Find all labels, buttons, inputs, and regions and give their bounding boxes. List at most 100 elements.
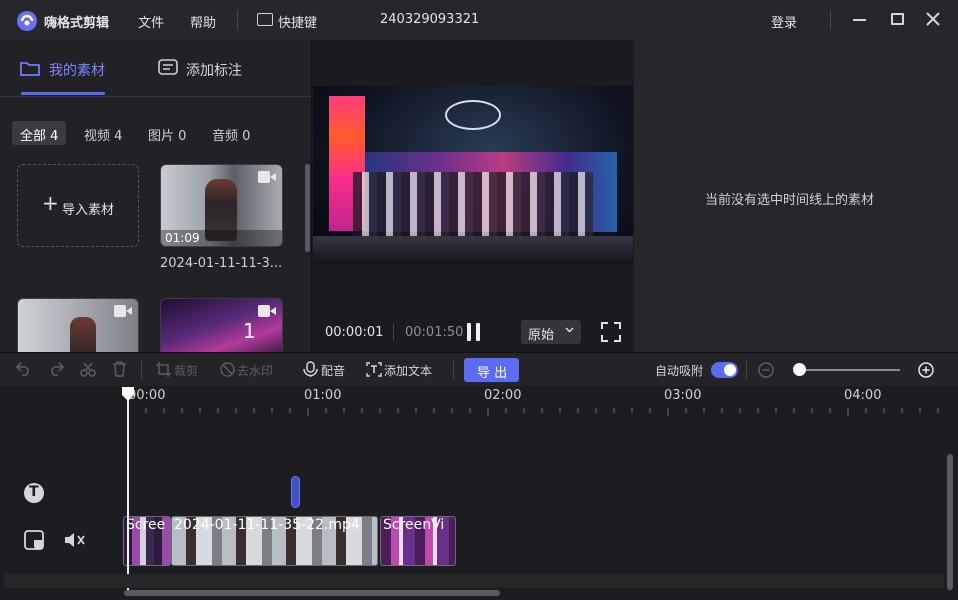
pause-bar bbox=[476, 323, 480, 341]
delete-icon[interactable] bbox=[112, 361, 127, 377]
aspect-ratio-value: 原始 bbox=[528, 328, 555, 343]
divider bbox=[746, 361, 747, 379]
clip-label: Scree bbox=[126, 517, 166, 533]
app-logo-icon bbox=[16, 10, 38, 32]
timeline-h-scrollbar[interactable] bbox=[124, 590, 500, 596]
split-icon[interactable] bbox=[80, 362, 96, 377]
timeline-panel: 00:00 01:00 02:00 03:00 04:00 T Scree 20… bbox=[0, 386, 958, 600]
media-thumbnail[interactable]: 01:09 bbox=[160, 164, 283, 247]
total-time: 00:01:50 bbox=[405, 325, 464, 340]
crop-button[interactable]: 裁剪 bbox=[174, 362, 198, 379]
zoom-slider-thumb[interactable] bbox=[793, 363, 806, 376]
video-camera-icon bbox=[258, 171, 276, 183]
tab-divider bbox=[0, 96, 311, 97]
timeline-clip[interactable]: 2024-01-11-11-35-22.mp4 bbox=[171, 516, 378, 566]
ruler-label: 01:00 bbox=[304, 388, 342, 403]
timeline-clip[interactable]: ScreenVi bbox=[380, 516, 456, 566]
clip-label: 2024-01-11-11-35-22.mp4 bbox=[174, 517, 360, 533]
annotation-icon bbox=[158, 59, 178, 78]
audio-icon[interactable] bbox=[64, 531, 86, 549]
stage-floor bbox=[313, 236, 633, 264]
auto-snap-toggle[interactable] bbox=[711, 362, 738, 378]
video-preview[interactable] bbox=[313, 86, 633, 264]
divider bbox=[393, 324, 394, 340]
zoom-slider-track[interactable] bbox=[796, 369, 900, 371]
current-time: 00:00:01 bbox=[325, 325, 384, 340]
add-text-icon[interactable] bbox=[366, 362, 382, 377]
tab-active-underline bbox=[21, 92, 105, 95]
ruler-label: 03:00 bbox=[664, 388, 702, 403]
export-label: 导 出 bbox=[477, 366, 508, 381]
plus-icon: + bbox=[42, 191, 59, 215]
timeline-clip[interactable]: Scree bbox=[123, 516, 171, 566]
remove-watermark-icon[interactable] bbox=[220, 362, 235, 377]
text-track-icon: T bbox=[24, 483, 44, 503]
menu-file[interactable]: 文件 bbox=[138, 12, 164, 31]
tab-my-assets[interactable]: 我的素材 bbox=[49, 60, 105, 80]
menu-help[interactable]: 帮助 bbox=[190, 12, 216, 31]
close-icon[interactable] bbox=[926, 12, 940, 26]
filter-all[interactable]: 全部 4 bbox=[12, 121, 67, 145]
import-label: 导入素材 bbox=[62, 203, 115, 218]
project-id: 240329093321 bbox=[380, 12, 480, 27]
empty-selection-text: 当前没有选中时间线上的素材 bbox=[705, 193, 875, 208]
drag-handle[interactable] bbox=[291, 476, 300, 508]
video-camera-icon bbox=[114, 305, 132, 317]
auto-snap-label: 自动吸附 bbox=[655, 364, 704, 378]
media-library-panel: 我的素材 添加标注 全部 4 视频 4 图片 0 音频 0 + 导入素材 01:… bbox=[0, 40, 312, 358]
divider bbox=[141, 361, 142, 379]
dancers bbox=[353, 172, 593, 238]
redo-icon[interactable] bbox=[48, 362, 64, 376]
properties-panel: 当前没有选中时间线上的素材 bbox=[634, 40, 958, 352]
shortcuts-button[interactable]: 快捷键 bbox=[278, 12, 317, 31]
remove-watermark-button[interactable]: 去水印 bbox=[237, 362, 273, 379]
zoom-out-icon[interactable] bbox=[758, 362, 774, 378]
media-thumbnail[interactable] bbox=[17, 298, 139, 358]
video-camera-icon bbox=[258, 305, 276, 317]
crop-icon[interactable] bbox=[156, 362, 171, 377]
library-scrollbar[interactable] bbox=[305, 164, 310, 252]
time-ruler bbox=[127, 408, 939, 416]
filter-image[interactable]: 图片 0 bbox=[140, 121, 194, 145]
ruler-label: 04:00 bbox=[844, 388, 882, 403]
maximize-icon[interactable] bbox=[891, 13, 904, 25]
ruler-label: 02:00 bbox=[484, 388, 522, 403]
dubbing-button[interactable]: 配音 bbox=[321, 362, 345, 379]
divider bbox=[830, 10, 831, 30]
keyboard-icon[interactable] bbox=[257, 13, 273, 26]
media-duration: 01:09 bbox=[165, 231, 200, 245]
import-media-button[interactable]: + 导入素材 bbox=[17, 164, 139, 247]
dubbing-icon[interactable] bbox=[303, 361, 318, 377]
filter-audio[interactable]: 音频 0 bbox=[204, 121, 258, 145]
text-track-glyph: T bbox=[29, 484, 39, 500]
media-badge: 1 bbox=[243, 319, 256, 343]
clip-label: ScreenVi bbox=[383, 517, 445, 533]
media-thumbnail[interactable]: 1 bbox=[160, 298, 283, 358]
tab-add-annotation[interactable]: 添加标注 bbox=[186, 60, 242, 80]
title-bar: 嗨格式剪辑 文件 帮助 快捷键 240329093321 登录 bbox=[0, 0, 958, 40]
add-text-button[interactable]: 添加文本 bbox=[384, 362, 432, 379]
stage-prop bbox=[445, 100, 501, 130]
app-title: 嗨格式剪辑 bbox=[44, 16, 110, 31]
playhead-line bbox=[127, 400, 129, 596]
minimize-icon[interactable] bbox=[853, 19, 866, 21]
pause-icon[interactable] bbox=[467, 323, 481, 341]
chevron-down-icon bbox=[565, 327, 574, 333]
video-track-icon bbox=[24, 530, 44, 550]
login-button[interactable]: 登录 bbox=[771, 12, 797, 31]
aspect-ratio-select[interactable]: 原始 bbox=[521, 320, 581, 344]
filter-video[interactable]: 视频 4 bbox=[76, 121, 130, 145]
fullscreen-icon[interactable] bbox=[601, 322, 621, 342]
divider bbox=[453, 361, 454, 379]
timeline-bottom-band bbox=[4, 574, 944, 588]
toggle-knob bbox=[724, 364, 736, 376]
undo-icon[interactable] bbox=[16, 362, 32, 376]
media-filename: 2024-01-11-11-3... bbox=[160, 256, 283, 271]
edit-toolbar: 裁剪 去水印 配音 添加文本 导 出 自动吸附 bbox=[0, 352, 958, 386]
zoom-in-icon[interactable] bbox=[918, 362, 934, 378]
timeline-v-scrollbar[interactable] bbox=[947, 454, 953, 590]
folder-icon bbox=[20, 60, 40, 77]
divider bbox=[237, 10, 238, 30]
export-button[interactable]: 导 出 bbox=[464, 358, 519, 382]
pause-bar bbox=[467, 323, 471, 341]
